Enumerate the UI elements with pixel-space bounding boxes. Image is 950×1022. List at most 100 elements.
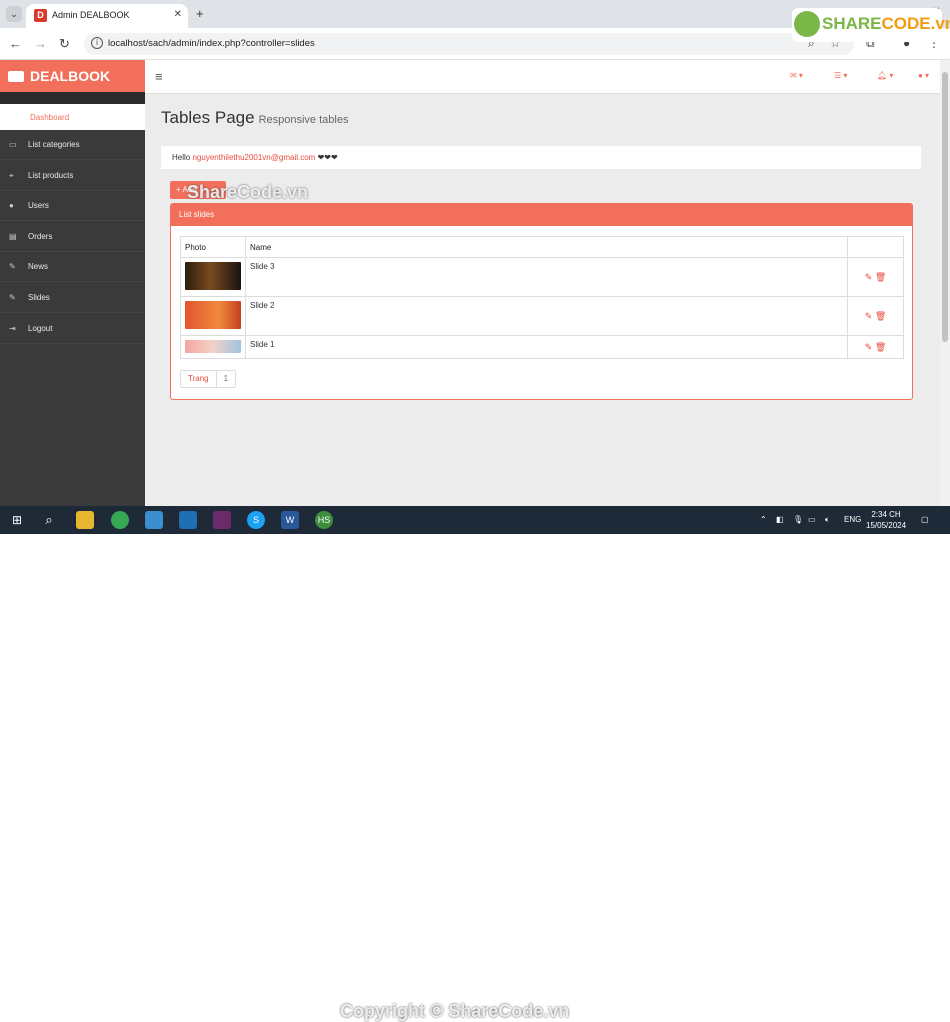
pager-page-1[interactable]: 1 xyxy=(215,371,235,387)
slides-panel: List slides Photo Name Slide 3 ✎ 🗑︎ Slid… xyxy=(170,203,913,400)
welcome-bar: Hello nguyenthilethu2001vn@gmail.com ❤❤❤ xyxy=(161,146,921,169)
sidebar-item-list-categories[interactable]: ▭ List categories xyxy=(0,130,145,160)
sidebar-item-logout[interactable]: ⇥ Logout xyxy=(0,314,145,344)
delete-trash-icon[interactable]: 🗑︎ xyxy=(875,342,886,352)
language-indicator[interactable]: ENG xyxy=(844,515,861,524)
volume-icon[interactable]: 🔈︎ xyxy=(825,515,830,525)
page-title: Tables Page Responsive tables xyxy=(161,108,348,128)
tab-search-icon[interactable]: ⌄ xyxy=(6,6,22,22)
delete-trash-icon[interactable]: 🗑︎ xyxy=(875,311,886,321)
sidebar-item-news[interactable]: ✎ News xyxy=(0,252,145,282)
alerts-bell-icon[interactable]: 🔔︎ ▾ xyxy=(877,71,893,80)
logout-icon: ⇥ xyxy=(9,324,16,333)
file-explorer-icon[interactable] xyxy=(76,511,94,529)
user-email-link[interactable]: nguyenthilethu2001vn@gmail.com xyxy=(192,153,315,162)
hs-app-icon[interactable]: HS xyxy=(315,511,333,529)
clock-time: 2:34 CH xyxy=(871,510,901,519)
actions-cell: ✎ 🗑︎ xyxy=(847,296,904,336)
page-scrollbar[interactable] xyxy=(940,60,950,506)
word-icon[interactable]: W xyxy=(281,511,299,529)
site-info-icon[interactable]: i xyxy=(91,37,103,49)
url-text: localhost/sach/admin/index.php?controlle… xyxy=(108,38,315,49)
tasks-icon[interactable]: ☰ ▾ xyxy=(834,71,847,80)
hamburger-menu-icon[interactable]: ≡ xyxy=(155,69,163,84)
brand-name: DEALBOOK xyxy=(30,68,111,84)
edit-icon[interactable]: ✎ xyxy=(865,272,873,282)
battery-icon[interactable]: ▭ xyxy=(808,515,816,524)
scrollbar-thumb[interactable] xyxy=(942,72,948,342)
sidebar-item-dashboard[interactable]: Dashboard xyxy=(0,104,145,130)
skype-icon[interactable]: S xyxy=(247,511,265,529)
name-cell: Slide 3 xyxy=(245,257,848,297)
logo-accent: CODE.vn xyxy=(881,14,950,33)
pager-label: Trang xyxy=(188,374,209,383)
page-title-text: Tables Page xyxy=(161,108,255,127)
table-row: Slide 1 ✎ 🗑︎ xyxy=(180,335,904,359)
panel-title: List slides xyxy=(171,204,912,226)
logo-main: SHARE xyxy=(822,14,882,33)
sidebar-item-label: Users xyxy=(28,201,49,210)
network-app-icon[interactable] xyxy=(179,511,197,529)
browser-tab[interactable]: D Admin DEALBOOK ✕ xyxy=(26,4,188,28)
main-content: Tables Page Responsive tables Hello nguye… xyxy=(145,94,940,506)
windows-start-icon[interactable]: ⊞ xyxy=(8,511,26,529)
logo-circle-icon xyxy=(794,11,820,37)
chrome-icon[interactable] xyxy=(111,511,129,529)
slide-thumbnail xyxy=(185,301,241,329)
sidebar-item-orders[interactable]: ▤ Orders xyxy=(0,222,145,252)
notifications-icon[interactable]: ▢ xyxy=(921,515,929,524)
sidebar-item-slides[interactable]: ✎ Slides xyxy=(0,283,145,313)
edit-icon[interactable]: ✎ xyxy=(865,311,873,321)
clock-date: 15/05/2024 xyxy=(866,521,907,530)
search-icon[interactable]: ⌕ xyxy=(40,511,58,529)
sidebar-item-label: Slides xyxy=(28,293,50,302)
photos-icon[interactable] xyxy=(145,511,163,529)
photo-cell xyxy=(180,296,246,336)
hello-prefix: Hello xyxy=(172,153,191,162)
tab-title: Admin DEALBOOK xyxy=(52,10,130,20)
new-tab-icon[interactable]: + xyxy=(196,6,204,21)
user-icon: ● xyxy=(9,201,14,210)
address-bar[interactable]: i localhost/sach/admin/index.php?control… xyxy=(84,33,854,55)
app-icon[interactable] xyxy=(213,511,231,529)
sidebar-item-label: News xyxy=(28,262,49,271)
tray-chevron-icon[interactable]: ⌃ xyxy=(760,515,767,524)
edit-icon: ✎ xyxy=(9,293,16,302)
windows-taskbar: ⊞ ⌕ S W HS Copyright © ShareCode.vn ⌃ ◧ … xyxy=(0,506,950,1021)
delete-trash-icon[interactable]: 🗑︎ xyxy=(875,272,886,282)
col-actions xyxy=(847,236,904,258)
sidebar-item-users[interactable]: ● Users xyxy=(0,191,145,221)
table-row: Slide 2 ✎ 🗑︎ xyxy=(180,296,904,336)
tray-app-icon[interactable]: ◧ xyxy=(776,515,784,524)
back-icon[interactable]: ← xyxy=(9,36,22,51)
slide-thumbnail xyxy=(185,262,241,290)
table-row: Slide 3 ✎ 🗑︎ xyxy=(180,257,904,297)
slides-table: Photo Name Slide 3 ✎ 🗑︎ Slide 2 ✎ 🗑︎ Sli… xyxy=(180,236,904,359)
watermark-overlay: ShareCode.vn xyxy=(187,182,309,202)
brand-logo[interactable]: DEALBOOK xyxy=(0,60,145,92)
watermark-copyright: Copyright © ShareCode.vn xyxy=(340,1001,570,1021)
photo-cell xyxy=(180,257,246,297)
favicon-icon: D xyxy=(34,9,47,22)
microphone-icon[interactable]: 🎙︎ xyxy=(793,515,803,524)
photo-cell xyxy=(180,335,246,359)
edit-icon[interactable]: ✎ xyxy=(865,342,873,352)
forward-icon[interactable]: → xyxy=(34,36,47,51)
slide-thumbnail xyxy=(185,340,241,353)
sidebar-item-list-products[interactable]: ⌖ List products xyxy=(0,161,145,191)
actions-cell: ✎ 🗑︎ xyxy=(847,335,904,359)
sidebar-item-label: List categories xyxy=(28,140,80,149)
col-name: Name xyxy=(245,236,848,258)
table-header-row: Photo Name xyxy=(180,236,904,258)
messages-icon[interactable]: ✉ ▾ xyxy=(790,71,803,80)
user-menu-icon[interactable]: ● ▾ xyxy=(918,71,929,80)
tab-close-icon[interactable]: ✕ xyxy=(174,9,182,20)
sharecode-logo: SHARECODE.vn xyxy=(792,8,950,42)
logo-text: SHARECODE.vn xyxy=(822,14,950,34)
hearts: ❤❤❤ xyxy=(317,153,338,162)
sidebar-item-label: List products xyxy=(28,171,74,180)
clock[interactable]: 2:34 CH 15/05/2024 xyxy=(866,509,906,531)
pagination: Trang 1 xyxy=(180,370,237,388)
reload-icon[interactable]: ↻ xyxy=(59,36,70,52)
sidebar-spacer xyxy=(0,92,145,104)
